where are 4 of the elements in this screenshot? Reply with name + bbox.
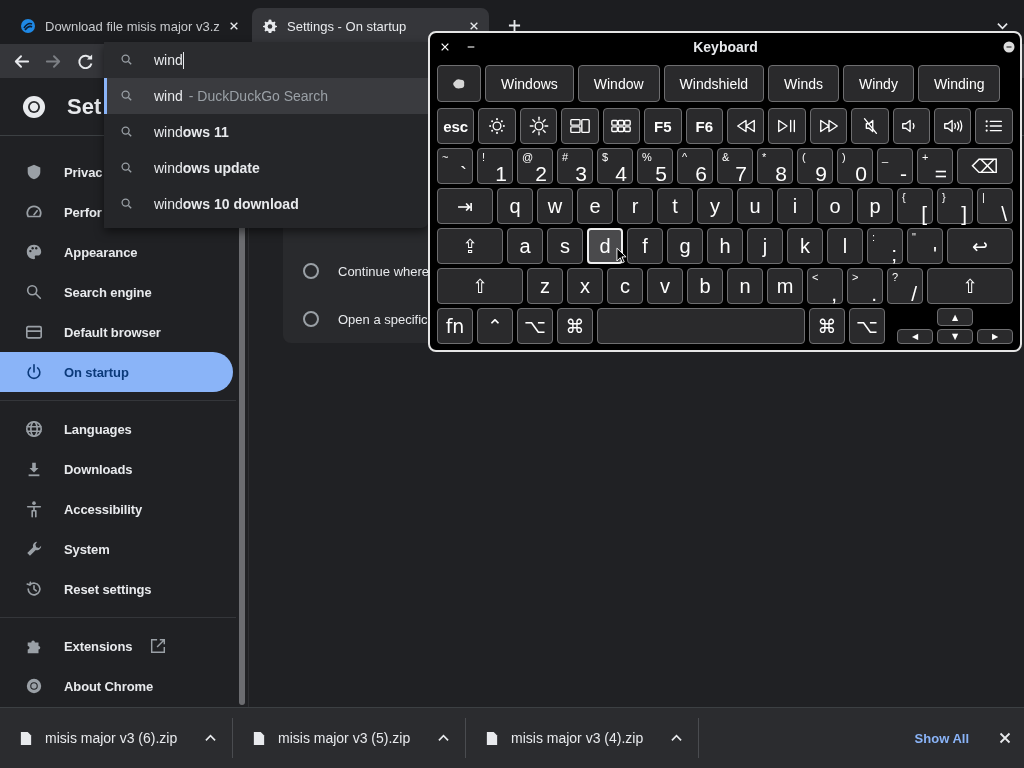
page-title: Set [67,93,102,120]
option-label: Continue where [338,263,430,279]
window-title: Keyboard [692,39,759,55]
option-label: Open a specific [338,311,428,327]
